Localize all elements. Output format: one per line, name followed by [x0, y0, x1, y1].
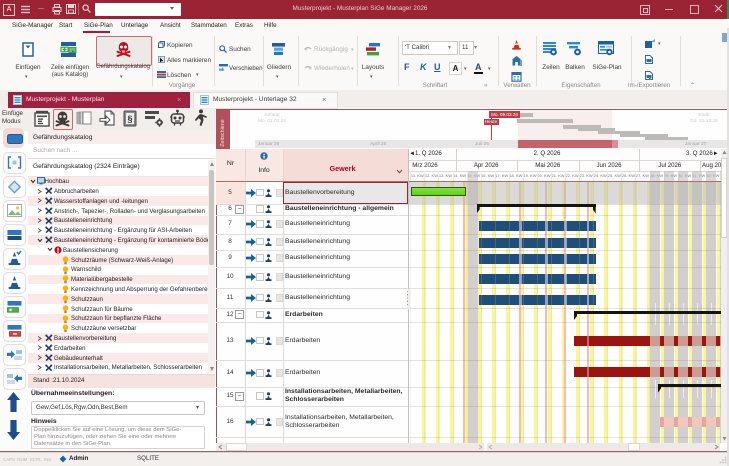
- svg-text:Zeitschiene: Zeitschiene: [220, 119, 226, 147]
- svg-text:§: §: [127, 114, 132, 124]
